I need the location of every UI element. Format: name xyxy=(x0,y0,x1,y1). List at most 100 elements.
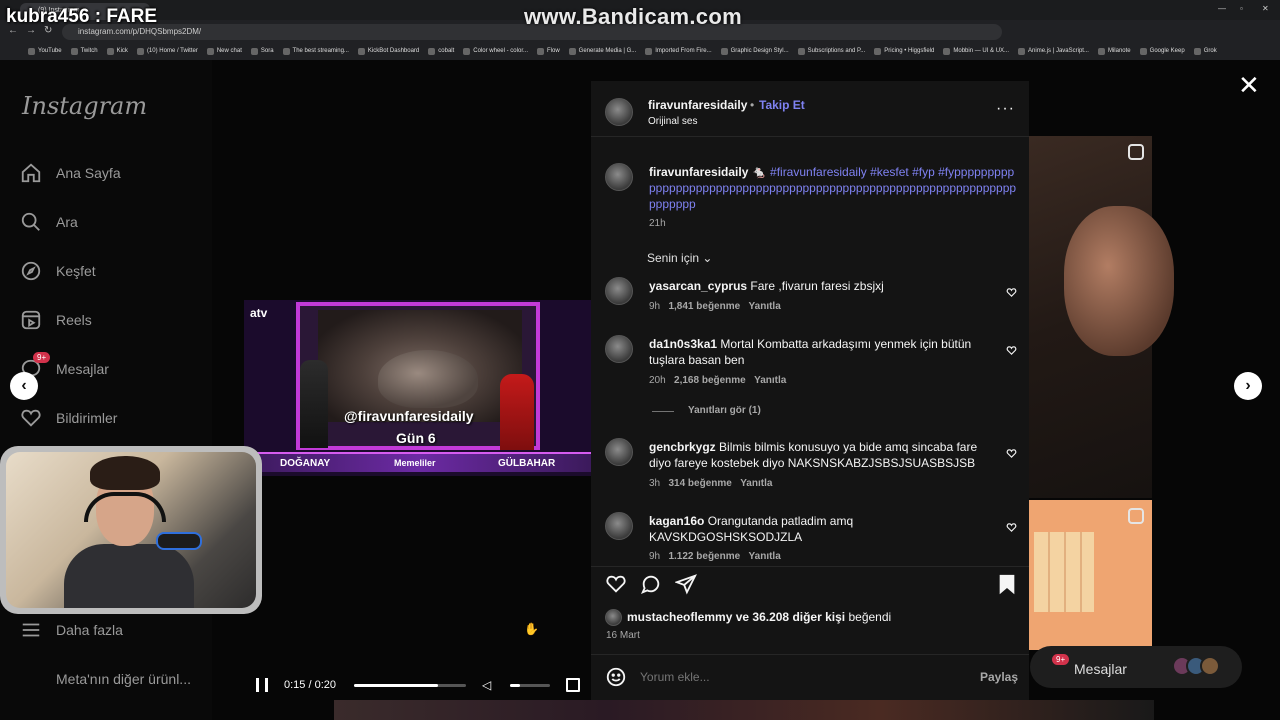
bookmark-item[interactable]: New chat xyxy=(206,44,242,58)
comment-like-icon[interactable] xyxy=(1006,446,1017,458)
comment-likes[interactable]: 314 beğenme xyxy=(668,478,731,489)
post-comment-button[interactable]: Paylaş xyxy=(980,670,1018,684)
atv-logo: atv xyxy=(250,306,268,320)
search-icon xyxy=(20,211,42,233)
video-progress-bar[interactable] xyxy=(354,684,466,687)
bookmark-item[interactable]: Imported From Fire... xyxy=(645,44,712,58)
comment-username[interactable]: kagan16o xyxy=(649,514,704,528)
caption-avatar[interactable] xyxy=(605,163,633,191)
follow-button[interactable]: Takip Et xyxy=(759,98,805,112)
bookmark-item[interactable]: Anime.js | JavaScript... xyxy=(1018,44,1089,58)
reply-button[interactable]: Yanıtla xyxy=(749,301,781,312)
bookmark-favicon-icon xyxy=(28,47,35,55)
liker-username[interactable]: mustacheoflemmy xyxy=(627,610,732,624)
caption-username[interactable]: firavunfaresidaily xyxy=(649,165,748,179)
reel-thumbnail-strip[interactable] xyxy=(334,700,1154,720)
bookmark-item[interactable]: Flow xyxy=(537,44,560,58)
bookmark-label: Color wheel - color... xyxy=(473,48,528,54)
liker-avatar[interactable] xyxy=(605,609,622,626)
reply-button[interactable]: Yanıtla xyxy=(740,478,772,489)
bookmark-item[interactable]: Milanote xyxy=(1097,44,1131,58)
minimize-icon[interactable]: — xyxy=(1218,4,1226,13)
sidebar-item-home[interactable]: Ana Sayfa xyxy=(20,162,121,184)
reply-button[interactable]: Yanıtla xyxy=(754,375,786,386)
next-post-button[interactable]: › xyxy=(1234,372,1262,400)
bookmark-favicon-icon xyxy=(645,47,653,55)
instagram-logo[interactable]: Instagram xyxy=(22,92,147,120)
comment-likes[interactable]: 2,168 beğenme xyxy=(674,375,746,386)
comment-age: 20h xyxy=(649,375,666,386)
reel-thumbnail[interactable] xyxy=(1028,136,1174,498)
emoji-icon[interactable] xyxy=(605,666,627,688)
bookmark-label: Flow xyxy=(547,48,560,54)
comment-likes[interactable]: 1,841 beğenme xyxy=(668,301,740,312)
bookmark-favicon-icon xyxy=(1193,47,1201,55)
bookmark-item[interactable]: Kick xyxy=(106,44,128,58)
comment-meta: 3h 314 beğenme Yanıtla xyxy=(649,478,772,489)
close-icon[interactable]: ✕ xyxy=(1238,72,1260,98)
comment-age: 9h xyxy=(649,301,661,312)
host-figure xyxy=(300,360,328,448)
avatar xyxy=(1200,656,1220,676)
comment-avatar[interactable] xyxy=(605,335,633,363)
view-replies-button[interactable]: Yanıtları gör (1) xyxy=(688,405,761,416)
chevron-down-icon: ⌄ xyxy=(702,251,713,265)
comment-avatar[interactable] xyxy=(605,438,633,466)
comment-like-icon[interactable] xyxy=(1006,520,1017,532)
comment-like-icon[interactable] xyxy=(1006,343,1017,355)
bookmark-item[interactable]: cobalt xyxy=(428,44,454,58)
more-options-icon[interactable]: ··· xyxy=(996,100,1015,118)
bookmark-item[interactable]: Mobbin — UI & UX... xyxy=(943,44,1009,58)
bookmark-icon[interactable] xyxy=(996,573,1018,595)
bookmark-item[interactable]: Google Keep xyxy=(1139,44,1185,58)
author-username[interactable]: firavunfaresidaily xyxy=(648,98,747,112)
bookmark-label: Generate Media | G... xyxy=(578,48,637,54)
prev-post-button[interactable]: ‹ xyxy=(10,372,38,400)
bookmark-item[interactable]: Color wheel - color... xyxy=(463,44,528,58)
reply-button[interactable]: Yanıtla xyxy=(749,551,781,562)
comment-username[interactable]: gencbrkygz xyxy=(649,440,716,454)
sort-dropdown[interactable]: Senin için ⌄ xyxy=(647,251,712,265)
comment-like-icon[interactable] xyxy=(1006,285,1017,297)
sidebar-item-search[interactable]: Ara xyxy=(20,211,78,233)
bookmark-item[interactable]: Subscriptions and P... xyxy=(797,44,865,58)
bookmark-item[interactable]: Graphic Design Styl... xyxy=(720,44,789,58)
volume-icon[interactable]: ◁ xyxy=(482,678,491,692)
author-avatar[interactable] xyxy=(605,98,633,126)
divider xyxy=(591,566,1029,567)
audio-label[interactable]: Orijinal ses xyxy=(648,116,697,127)
comment-username[interactable]: yasarcan_cyprus xyxy=(649,279,747,293)
stream-title-overlay: kubra456 : FARE xyxy=(6,6,157,27)
share-icon[interactable] xyxy=(674,573,697,595)
comment-icon[interactable] xyxy=(640,573,662,595)
sidebar-item-notifications[interactable]: Bildirimler xyxy=(20,407,117,429)
bookmark-item[interactable]: The best streaming... xyxy=(282,44,349,58)
volume-slider[interactable] xyxy=(510,684,550,687)
bookmark-item[interactable]: Grok xyxy=(1193,44,1217,58)
reel-video[interactable]: atv @firavunfaresidaily Gün 6 DOĞANAY Me… xyxy=(244,300,592,476)
bookmark-item[interactable]: Sora xyxy=(250,44,274,58)
comment-likes[interactable]: 1.122 beğenme xyxy=(668,551,740,562)
sidebar-item-meta[interactable]: Meta'nın diğer ürünl... xyxy=(20,668,191,690)
comment-text: da1n0s3ka1 Mortal Kombatta arkadaşımı ye… xyxy=(649,336,999,368)
bookmark-item[interactable]: KickBot Dashboard xyxy=(357,44,419,58)
reel-icon xyxy=(1128,508,1144,524)
pause-icon[interactable] xyxy=(256,678,268,692)
bookmark-item[interactable]: (10) Home / Twitter xyxy=(136,44,198,58)
maximize-icon[interactable]: ▫ xyxy=(1240,4,1243,13)
likes-count[interactable]: ve 36.208 diğer kişi xyxy=(736,610,845,624)
close-window-icon[interactable]: ✕ xyxy=(1262,4,1269,13)
sidebar-item-more[interactable]: Daha fazla xyxy=(20,619,123,641)
bookmark-item[interactable]: Pricing • Higgsfield xyxy=(874,44,934,58)
bookmark-item[interactable]: YouTube xyxy=(28,44,62,58)
like-icon[interactable] xyxy=(605,573,627,595)
sidebar-item-reels[interactable]: Reels xyxy=(20,309,92,331)
comment-avatar[interactable] xyxy=(605,277,633,305)
comment-username[interactable]: da1n0s3ka1 xyxy=(649,337,717,351)
fullscreen-icon[interactable] xyxy=(566,678,580,692)
bookmark-item[interactable]: Twitch xyxy=(70,44,98,58)
comment-input[interactable] xyxy=(640,668,960,686)
comment-avatar[interactable] xyxy=(605,512,633,540)
bookmark-item[interactable]: Generate Media | G... xyxy=(568,44,637,58)
sidebar-item-explore[interactable]: Keşfet xyxy=(20,260,96,282)
